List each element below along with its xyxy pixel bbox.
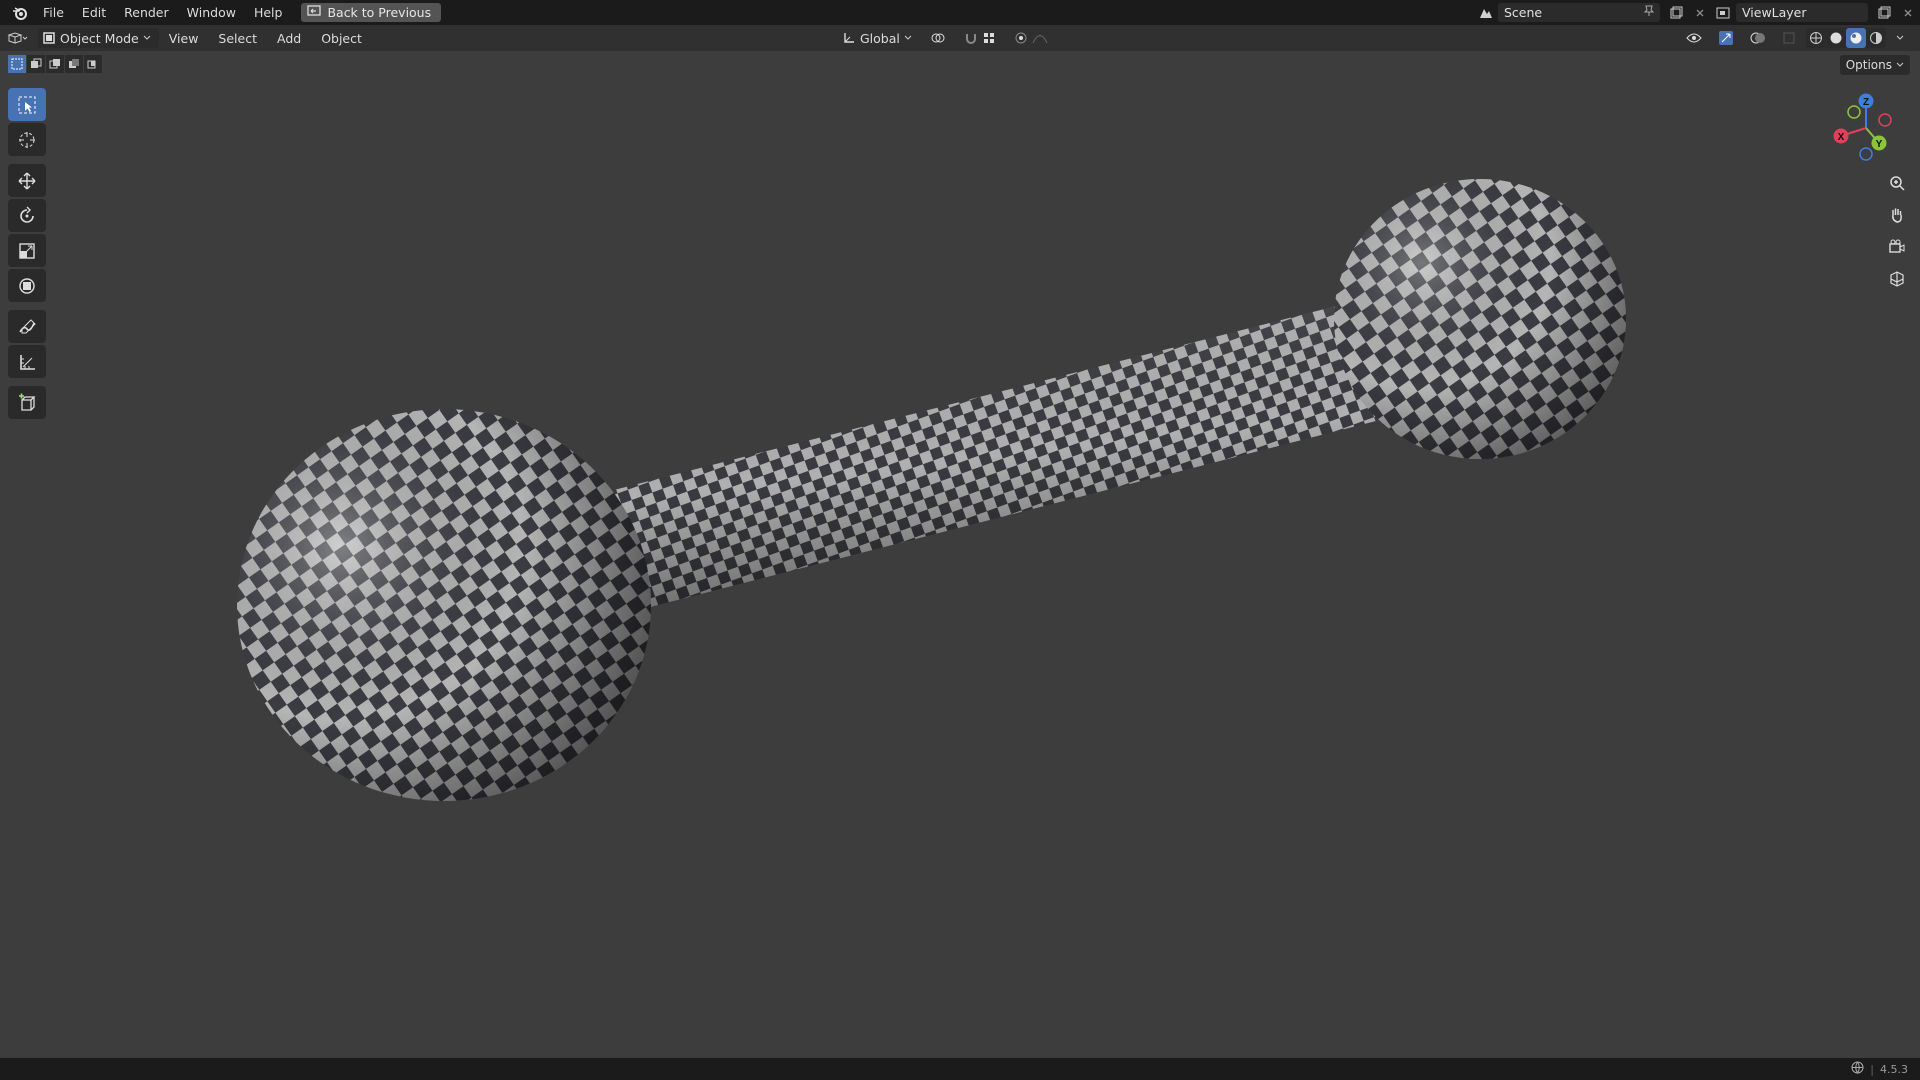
zoom-icon[interactable]	[1884, 170, 1910, 196]
object-mode-dropdown[interactable]: Object Mode	[38, 28, 159, 48]
transform-orientation-dropdown[interactable]: Global	[836, 28, 918, 48]
select-extend-icon[interactable]	[27, 55, 45, 73]
menu-edit[interactable]: Edit	[73, 0, 115, 25]
status-bar: | 4.5.3	[0, 1058, 1920, 1080]
overlays-toggle[interactable]	[1744, 28, 1772, 48]
network-globe-icon[interactable]	[1851, 1061, 1864, 1077]
new-viewlayer-icon[interactable]	[1874, 3, 1894, 22]
back-screen-icon	[307, 5, 322, 20]
menu-view[interactable]: View	[159, 31, 209, 46]
dumbbell-left-sphere[interactable]	[237, 409, 651, 801]
pivot-icon	[931, 33, 945, 43]
chevron-down-icon	[143, 35, 151, 40]
menu-select[interactable]: Select	[208, 31, 267, 46]
move-tool-icon[interactable]	[8, 164, 46, 197]
magnet-icon	[965, 34, 976, 44]
camera-view-icon[interactable]	[1884, 234, 1910, 260]
options-label: Options	[1845, 58, 1892, 72]
select-box-tool-icon[interactable]	[8, 88, 46, 121]
version-label: 4.5.3	[1880, 1062, 1908, 1076]
neg-x-axis-handle	[1878, 113, 1892, 127]
neg-y-axis-handle	[1847, 105, 1861, 119]
y-axis-label: Y	[1876, 139, 1883, 150]
scene-selector[interactable]: Scene	[1498, 3, 1660, 22]
orthographic-grid-icon[interactable]	[1884, 266, 1910, 292]
wireframe-shading-icon[interactable]	[1806, 28, 1826, 48]
shading-mode-group	[1806, 28, 1886, 48]
z-axis-label: Z	[1863, 97, 1869, 108]
pan-hand-icon[interactable]	[1884, 202, 1910, 228]
dumbbell-right-sphere[interactable]	[1334, 179, 1626, 459]
viewlayer-name: ViewLayer	[1742, 5, 1807, 20]
orientation-label: Global	[860, 30, 900, 46]
selection-mode-group	[8, 55, 102, 73]
dumbbell-bar[interactable]	[610, 300, 1415, 607]
snap-grid-icon	[983, 33, 994, 43]
editor-type-dropdown[interactable]	[0, 28, 34, 48]
chevron-down-icon	[1896, 62, 1904, 67]
menu-render[interactable]: Render	[115, 0, 178, 25]
object-mode-label: Object Mode	[60, 30, 139, 46]
viewport-header: Object Mode View Select Add Object Globa…	[0, 25, 1920, 51]
3d-viewport[interactable]	[0, 51, 1920, 1058]
orientation-axes-icon	[844, 33, 854, 43]
xray-toggle[interactable]	[1776, 28, 1802, 48]
menu-window[interactable]: Window	[178, 0, 245, 25]
xray-icon	[1783, 32, 1795, 44]
select-intersect-icon[interactable]	[84, 55, 102, 73]
chevron-down-icon	[1896, 35, 1904, 40]
menu-object[interactable]: Object	[311, 31, 372, 46]
eye-icon	[1686, 33, 1702, 43]
visibility-dropdown[interactable]	[1680, 28, 1708, 48]
chevron-down-icon	[904, 35, 912, 40]
solid-shading-icon[interactable]	[1826, 28, 1846, 48]
viewlayer-selector[interactable]: ViewLayer	[1736, 3, 1868, 22]
cursor-tool-icon[interactable]	[8, 123, 46, 156]
pivot-point-dropdown[interactable]	[924, 28, 952, 48]
delete-scene-icon[interactable]	[1690, 3, 1710, 22]
material-preview-shading-icon[interactable]	[1846, 28, 1866, 48]
x-axis-label: X	[1838, 132, 1845, 143]
menu-add[interactable]: Add	[267, 31, 311, 46]
annotate-tool-icon[interactable]	[8, 310, 46, 343]
rendered-shading-icon[interactable]	[1866, 28, 1886, 48]
select-invert-icon[interactable]	[65, 55, 83, 73]
top-menu-bar: File Edit Render Window Help Back to Pre…	[0, 0, 1920, 25]
blender-logo-icon[interactable]	[6, 0, 34, 25]
dumbbell-model[interactable]	[0, 51, 1920, 1058]
viewport-nav-buttons	[1884, 170, 1910, 292]
options-dropdown[interactable]: Options	[1839, 55, 1910, 75]
select-subtract-icon[interactable]	[46, 55, 64, 73]
measure-tool-icon[interactable]	[8, 345, 46, 378]
transform-tool-icon[interactable]	[8, 269, 46, 302]
scene-icon[interactable]	[1476, 3, 1496, 22]
3d-viewport-icon	[7, 32, 28, 44]
snap-toggle[interactable]	[958, 28, 1002, 48]
proportional-edit-toggle[interactable]	[1008, 28, 1054, 48]
status-divider: |	[1870, 1062, 1874, 1076]
neg-z-axis-handle	[1859, 147, 1873, 161]
menu-help[interactable]: Help	[245, 0, 292, 25]
gizmo-toggle[interactable]	[1712, 28, 1740, 48]
tool-shelf	[8, 88, 46, 419]
gizmo-arrows-icon	[1719, 31, 1733, 45]
shading-options-dropdown[interactable]	[1890, 28, 1910, 48]
select-new-icon[interactable]	[8, 55, 26, 73]
add-cube-tool-icon[interactable]	[8, 386, 46, 419]
falloff-curve-icon	[1032, 35, 1048, 44]
viewlayer-icon[interactable]	[1714, 3, 1734, 22]
back-to-previous-label: Back to Previous	[327, 5, 432, 20]
scene-name: Scene	[1504, 5, 1543, 20]
menu-file[interactable]: File	[34, 0, 73, 25]
proportional-circle-icon	[1015, 32, 1027, 44]
pin-icon[interactable]	[1643, 5, 1655, 20]
object-mode-icon	[43, 32, 55, 44]
navigation-gizmo[interactable]: Z Y X	[1826, 88, 1906, 168]
rotate-tool-icon[interactable]	[8, 199, 46, 232]
overlay-circles-icon	[1750, 32, 1765, 44]
delete-viewlayer-icon[interactable]	[1898, 3, 1918, 22]
scale-tool-icon[interactable]	[8, 234, 46, 267]
new-scene-icon[interactable]	[1666, 3, 1686, 22]
back-to-previous-button[interactable]: Back to Previous	[301, 3, 442, 22]
